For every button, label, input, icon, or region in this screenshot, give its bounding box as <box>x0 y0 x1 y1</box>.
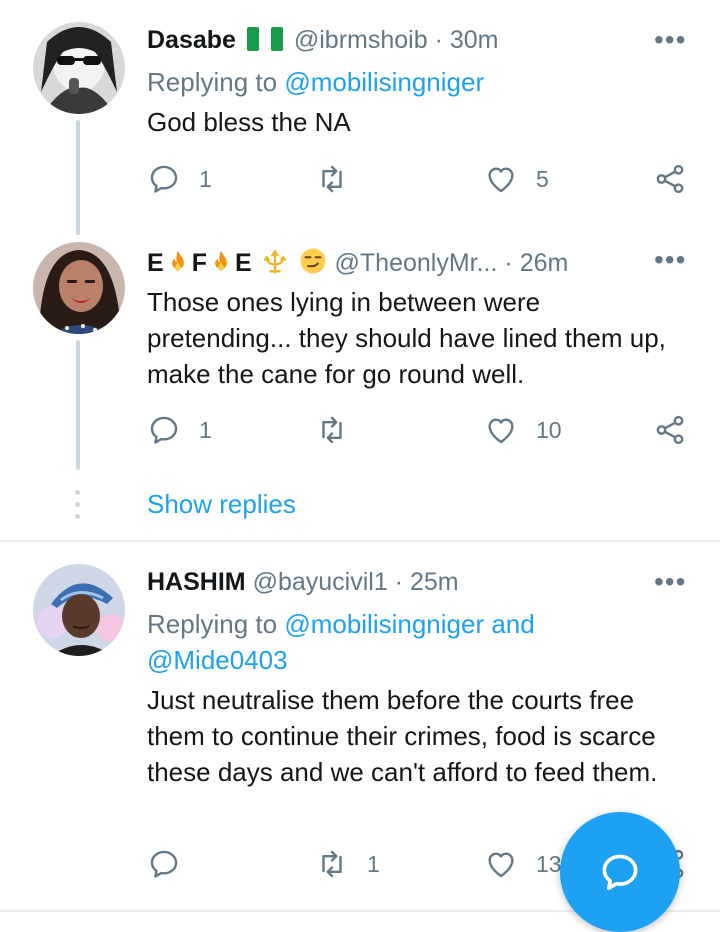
timestamp[interactable]: 26m <box>520 249 569 277</box>
avatar[interactable] <box>33 22 125 114</box>
reply-button[interactable]: 1 <box>147 413 212 447</box>
avatar[interactable] <box>33 242 125 334</box>
reply-count: 1 <box>199 165 212 192</box>
display-name[interactable]: HASHIM <box>147 568 246 596</box>
thread-gap-dots <box>75 490 81 526</box>
retweet-icon <box>322 850 342 878</box>
mention-link[interactable]: @mobilisingniger <box>284 67 484 97</box>
heart-icon <box>488 418 514 444</box>
heart-icon <box>488 852 514 878</box>
compose-reply-icon <box>602 854 638 890</box>
reply-button[interactable] <box>147 847 199 881</box>
action-bar: 1 5 <box>0 162 720 202</box>
display-name[interactable]: Dasabe <box>147 26 236 54</box>
separator-dot: · <box>504 249 513 277</box>
tweet-header: EFE @TheonlyMr... · 26m <box>147 246 568 278</box>
compose-reply-button[interactable] <box>560 812 680 932</box>
replying-to-prefix: Replying to <box>147 67 278 97</box>
replying-to: Replying to @mobilisingniger and @Mide04… <box>147 606 535 678</box>
retweet-button[interactable]: 1 <box>315 847 380 881</box>
retweet-icon <box>322 416 342 444</box>
tweet-text: Those ones lying in between were pretend… <box>147 287 666 389</box>
tweet-text: God bless the NA <box>147 107 351 137</box>
mention-link[interactable]: @mobilisingniger and <box>284 609 534 639</box>
more-icon[interactable]: ••• <box>654 246 686 274</box>
nigeria-flag-icon <box>246 27 283 51</box>
fire-emoji-icon <box>171 250 184 271</box>
heart-icon <box>488 167 514 193</box>
tweet-header: HASHIM @bayucivil1 · 25m <box>147 568 459 597</box>
tweet-dasabe[interactable]: Dasabe @ibrmshoib · 30m ••• Replying to … <box>0 0 720 240</box>
mention-link[interactable]: @Mide0403 <box>147 645 288 675</box>
user-handle[interactable]: @bayucivil1 <box>253 568 388 596</box>
retweet-count: 1 <box>367 850 380 877</box>
reply-count: 1 <box>199 416 212 443</box>
like-count: 10 <box>536 416 562 443</box>
retweet-button[interactable] <box>315 413 367 447</box>
retweet-icon <box>322 165 342 193</box>
user-handle[interactable]: @ibrmshoib <box>294 26 428 54</box>
tweet-text: Just neutralise them before the courts f… <box>147 685 658 787</box>
separator-dot: · <box>394 568 403 596</box>
share-button[interactable] <box>653 413 687 447</box>
more-icon[interactable]: ••• <box>654 568 686 596</box>
timestamp[interactable]: 30m <box>450 26 499 54</box>
reply-icon <box>150 850 178 878</box>
replying-to-prefix: Replying to <box>147 609 278 639</box>
share-icon <box>656 164 684 194</box>
share-icon <box>656 415 684 445</box>
separator-dot: · <box>434 26 443 54</box>
more-icon[interactable]: ••• <box>654 26 686 54</box>
display-name[interactable]: EFE <box>147 249 252 277</box>
like-button[interactable]: 10 <box>484 413 562 447</box>
like-count: 5 <box>536 165 549 192</box>
reply-icon <box>150 416 178 444</box>
trident-emoji-icon <box>263 249 286 274</box>
tweet-header: Dasabe @ibrmshoib · 30m <box>147 26 499 55</box>
like-count: 13 <box>536 850 562 877</box>
reply-icon <box>150 165 178 193</box>
tweet-efe[interactable]: EFE @TheonlyMr... · 26m ••• Those ones l… <box>0 240 720 540</box>
smirk-emoji-icon <box>300 248 326 274</box>
timestamp[interactable]: 25m <box>410 568 459 596</box>
like-button[interactable]: 5 <box>484 162 549 196</box>
share-button[interactable] <box>653 162 687 196</box>
user-handle[interactable]: @TheonlyMr... <box>335 249 498 277</box>
retweet-button[interactable] <box>315 162 367 196</box>
like-button[interactable]: 13 <box>484 847 562 881</box>
reply-button[interactable]: 1 <box>147 162 212 196</box>
fire-emoji-icon <box>215 250 227 271</box>
avatar[interactable] <box>33 564 125 656</box>
action-bar: 1 10 <box>0 413 720 453</box>
show-replies-link[interactable]: Show replies <box>147 489 296 520</box>
replying-to: Replying to @mobilisingniger <box>147 64 484 100</box>
